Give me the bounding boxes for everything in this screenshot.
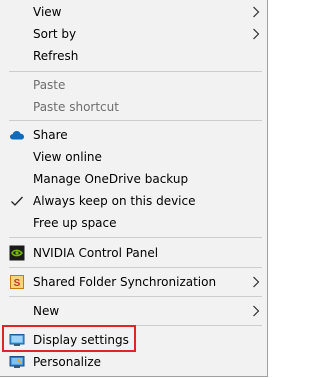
menu-item-label: Sort by	[33, 27, 77, 41]
chevron-right-icon	[253, 276, 260, 288]
sync-app-icon: S	[10, 275, 24, 289]
checkmark-icon	[11, 196, 23, 206]
chevron-right-icon	[253, 305, 260, 317]
menu-item-label: Always keep on this device	[33, 194, 196, 208]
menu-item-new[interactable]: New	[0, 300, 268, 322]
menu-item-view-online[interactable]: View online	[0, 146, 268, 168]
menu-separator	[9, 120, 262, 121]
chevron-right-icon	[253, 6, 260, 18]
menu-item-refresh[interactable]: Refresh	[0, 45, 268, 67]
menu-item-shared-folder-sync[interactable]: S Shared Folder Synchronization	[0, 271, 268, 293]
menu-item-sort-by[interactable]: Sort by	[0, 23, 268, 45]
highlight-box	[2, 325, 136, 352]
menu-item-label: Paste shortcut	[33, 100, 119, 114]
menu-item-paste: Paste	[0, 74, 268, 96]
menu-item-label: View online	[33, 150, 102, 164]
menu-item-free-up-space[interactable]: Free up space	[0, 212, 268, 234]
menu-item-manage-onedrive-backup[interactable]: Manage OneDrive backup	[0, 168, 268, 190]
nvidia-logo-icon	[9, 245, 25, 261]
menu-item-label: New	[33, 304, 60, 318]
menu-item-nvidia-control-panel[interactable]: NVIDIA Control Panel	[0, 242, 268, 264]
menu-separator	[9, 267, 262, 268]
desktop-context-menu: View Sort by Refresh Paste Paste shortcu…	[0, 0, 268, 377]
menu-item-share[interactable]: Share	[0, 124, 268, 146]
menu-separator	[9, 237, 262, 238]
onedrive-cloud-icon	[10, 131, 24, 140]
menu-item-label: Paste	[33, 78, 66, 92]
menu-separator	[9, 71, 262, 72]
menu-item-label: Manage OneDrive backup	[33, 172, 189, 186]
menu-item-paste-shortcut: Paste shortcut	[0, 96, 268, 118]
menu-separator	[9, 296, 262, 297]
svg-text:S: S	[14, 278, 21, 289]
menu-item-personalize[interactable]: Personalize	[0, 351, 268, 373]
menu-item-label: NVIDIA Control Panel	[33, 246, 159, 260]
personalize-monitor-icon	[9, 356, 25, 368]
menu-item-label: Share	[33, 128, 68, 142]
menu-item-label: View	[33, 5, 62, 19]
menu-item-label: Refresh	[33, 49, 79, 63]
menu-item-view[interactable]: View	[0, 1, 268, 23]
chevron-right-icon	[253, 28, 260, 40]
menu-item-label: Free up space	[33, 216, 117, 230]
menu-item-label: Shared Folder Synchronization	[33, 275, 217, 289]
menu-item-always-keep[interactable]: Always keep on this device	[0, 190, 268, 212]
menu-item-label: Personalize	[33, 355, 102, 369]
